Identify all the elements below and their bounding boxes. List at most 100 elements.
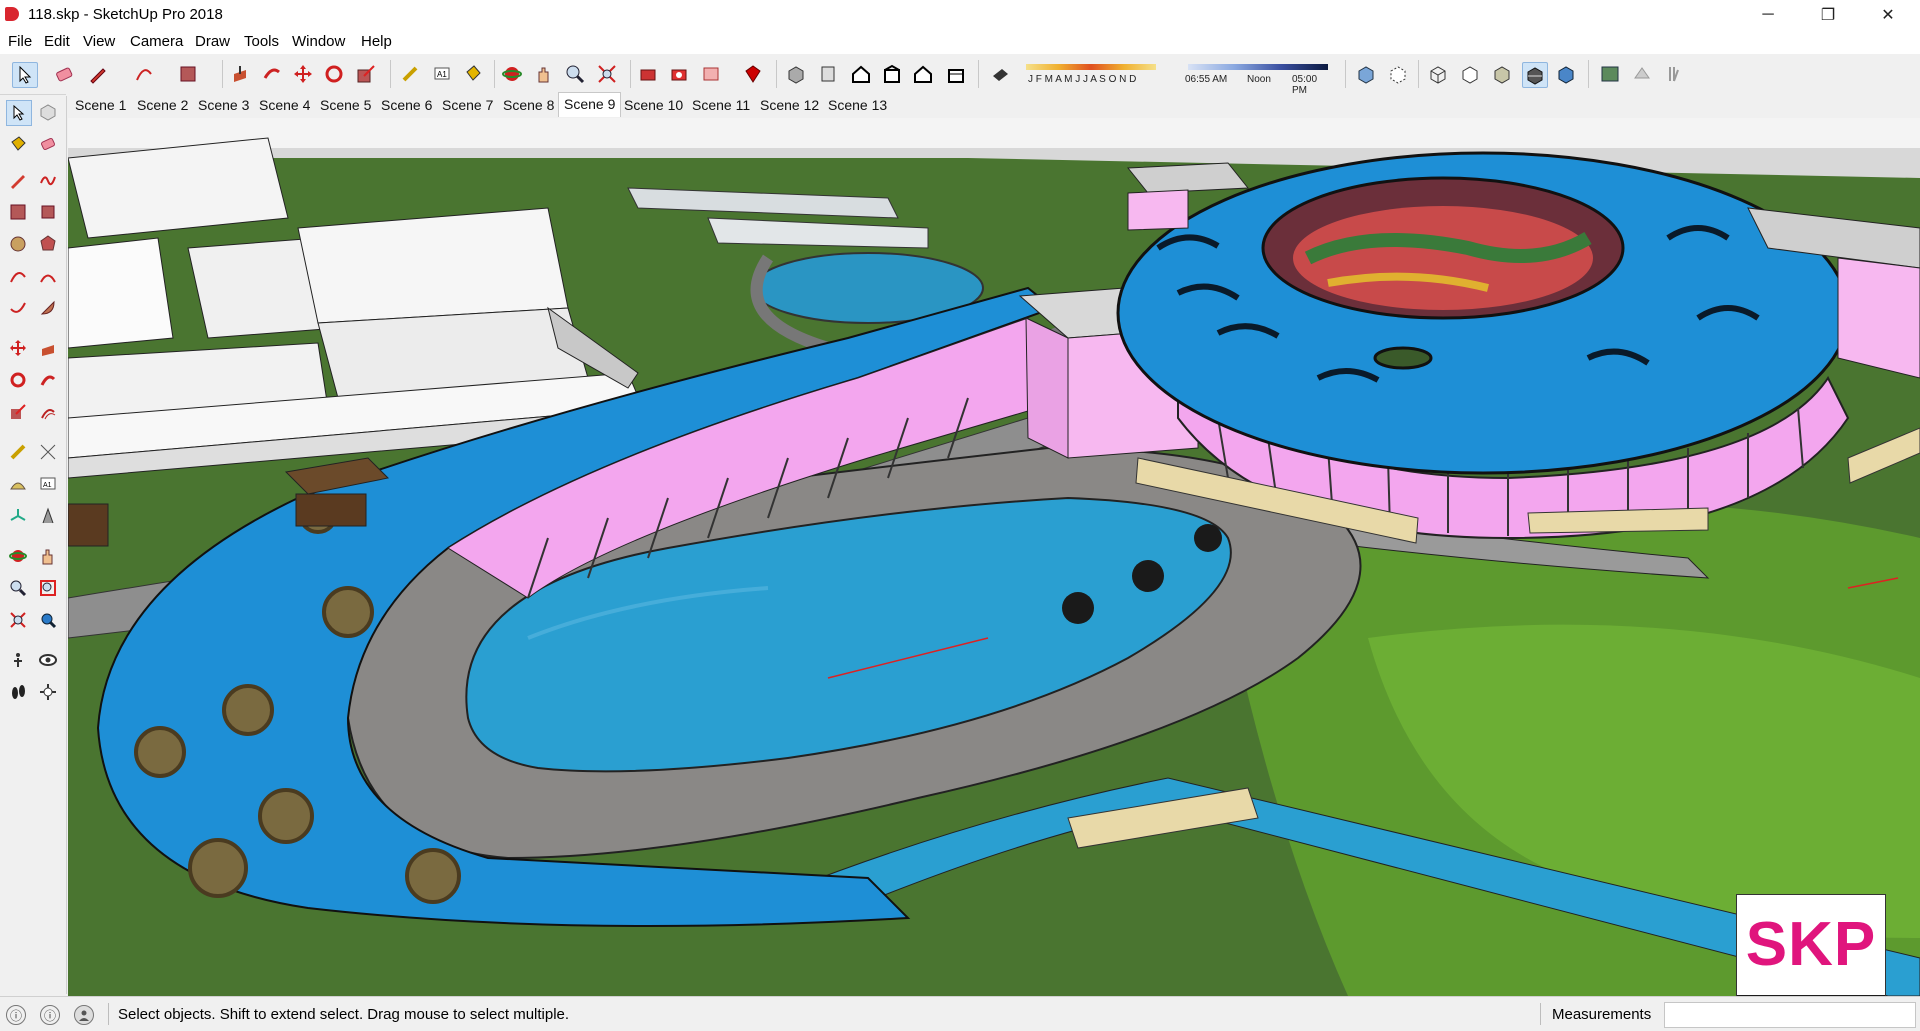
tab-scene-8[interactable]: Scene 8 xyxy=(498,94,559,117)
freehand-icon[interactable] xyxy=(36,168,60,192)
model-viewport[interactable] xyxy=(68,118,1920,996)
circle-icon[interactable] xyxy=(6,232,30,256)
front-view-icon[interactable] xyxy=(849,62,873,86)
section-plane-icon[interactable] xyxy=(1630,62,1654,86)
pan-icon[interactable] xyxy=(532,62,556,86)
rotated-rectangle-icon[interactable] xyxy=(36,200,60,224)
shaded-textures-icon[interactable] xyxy=(1522,62,1548,88)
select-icon[interactable] xyxy=(12,62,38,88)
shaded-icon[interactable] xyxy=(1490,62,1514,86)
menu-draw[interactable]: Draw xyxy=(195,33,230,50)
top-view-icon[interactable] xyxy=(816,62,840,86)
look-around-icon[interactable] xyxy=(36,648,60,672)
back-edges-icon[interactable] xyxy=(1386,62,1410,86)
menu-camera[interactable]: Camera xyxy=(130,33,183,50)
geolocation-icon[interactable]: ⓘ xyxy=(6,1005,26,1025)
tab-scene-3[interactable]: Scene 3 xyxy=(193,94,254,117)
select-icon[interactable] xyxy=(6,100,32,126)
move-icon[interactable] xyxy=(6,336,30,360)
shadow-time-slider[interactable]: 06:55 AM Noon 05:00 PM xyxy=(1180,62,1330,96)
tab-scene-6[interactable]: Scene 6 xyxy=(376,94,437,117)
zoom-window-icon[interactable] xyxy=(36,576,60,600)
follow-me-icon[interactable] xyxy=(260,62,284,86)
maximize-button[interactable]: ❐ xyxy=(1800,0,1856,30)
menu-edit[interactable]: Edit xyxy=(44,33,70,50)
rotate-icon[interactable] xyxy=(322,62,346,86)
offset-icon[interactable] xyxy=(36,400,60,424)
back-view-icon[interactable] xyxy=(911,62,935,86)
eraser-icon[interactable] xyxy=(52,62,76,86)
eraser-icon[interactable] xyxy=(36,132,60,156)
tab-scene-9[interactable]: Scene 9 xyxy=(558,92,622,117)
pencil-icon[interactable] xyxy=(86,62,110,86)
section-plane-icon[interactable] xyxy=(36,680,60,704)
two-point-arc-icon[interactable] xyxy=(36,264,60,288)
polygon-icon[interactable] xyxy=(36,232,60,256)
tape-measure-icon[interactable] xyxy=(6,440,30,464)
menu-tools[interactable]: Tools xyxy=(244,33,279,50)
rectangle-icon[interactable] xyxy=(176,62,200,86)
wireframe-icon[interactable] xyxy=(1426,62,1450,86)
pencil-icon[interactable] xyxy=(6,168,30,192)
menu-help[interactable]: Help xyxy=(361,33,392,50)
paint-bucket-icon[interactable] xyxy=(6,132,30,156)
paint-bucket-icon[interactable] xyxy=(461,62,485,86)
measurements-input[interactable] xyxy=(1664,1002,1916,1028)
dimension-icon[interactable] xyxy=(36,440,60,464)
orbit-icon[interactable] xyxy=(500,62,524,86)
push-pull-icon[interactable] xyxy=(228,62,252,86)
scale-icon[interactable] xyxy=(6,400,30,424)
axes-icon[interactable] xyxy=(6,504,30,528)
styles-icon[interactable] xyxy=(1598,62,1622,86)
tab-scene-11[interactable]: Scene 11 xyxy=(687,94,755,117)
arc-icon[interactable] xyxy=(132,62,156,86)
rotate-icon[interactable] xyxy=(6,368,30,392)
tape-measure-icon[interactable] xyxy=(398,62,422,86)
pan-icon[interactable] xyxy=(36,544,60,568)
component-icon[interactable] xyxy=(36,100,60,124)
shadow-month-slider[interactable]: J F M A M J J A S O N D xyxy=(1022,62,1162,88)
minimize-button[interactable]: ─ xyxy=(1740,0,1796,30)
shadow-toggle-icon[interactable] xyxy=(988,62,1012,86)
right-view-icon[interactable] xyxy=(880,62,904,86)
left-view-icon[interactable] xyxy=(944,62,968,86)
xray-icon[interactable] xyxy=(1354,62,1378,86)
pie-icon[interactable] xyxy=(36,296,60,320)
arc-icon[interactable] xyxy=(6,264,30,288)
section-fill-icon[interactable] xyxy=(1662,62,1686,86)
close-button[interactable]: ✕ xyxy=(1860,0,1916,30)
menu-window[interactable]: Window xyxy=(292,33,345,50)
position-camera-icon[interactable] xyxy=(6,648,30,672)
ruby-icon[interactable] xyxy=(741,62,765,86)
three-point-arc-icon[interactable] xyxy=(6,296,30,320)
user-account-icon[interactable] xyxy=(74,1005,94,1025)
hidden-line-icon[interactable] xyxy=(1458,62,1482,86)
previous-view-icon[interactable] xyxy=(36,608,60,632)
tab-scene-1[interactable]: Scene 1 xyxy=(70,94,131,117)
tab-scene-4[interactable]: Scene 4 xyxy=(254,94,315,117)
credits-icon[interactable]: ⓘ xyxy=(40,1005,60,1025)
tab-scene-2[interactable]: Scene 2 xyxy=(132,94,193,117)
menu-file[interactable]: File xyxy=(8,33,32,50)
zoom-icon[interactable] xyxy=(6,576,30,600)
walk-icon[interactable] xyxy=(6,680,30,704)
3d-text-icon[interactable] xyxy=(36,504,60,528)
protractor-icon[interactable] xyxy=(6,472,30,496)
tab-scene-10[interactable]: Scene 10 xyxy=(619,94,688,117)
zoom-icon[interactable] xyxy=(563,62,587,86)
tab-scene-7[interactable]: Scene 7 xyxy=(437,94,498,117)
follow-me-icon[interactable] xyxy=(36,368,60,392)
orbit-icon[interactable] xyxy=(6,544,30,568)
monochrome-icon[interactable] xyxy=(1554,62,1578,86)
tab-scene-5[interactable]: Scene 5 xyxy=(315,94,376,117)
iso-view-icon[interactable] xyxy=(784,62,808,86)
send-to-layout-icon[interactable] xyxy=(699,62,723,86)
zoom-extents-icon[interactable] xyxy=(6,608,30,632)
zoom-extents-icon[interactable] xyxy=(595,62,619,86)
text-icon[interactable]: A1 xyxy=(36,472,60,496)
scale-icon[interactable] xyxy=(354,62,378,86)
tab-scene-12[interactable]: Scene 12 xyxy=(755,94,824,117)
push-pull-icon[interactable] xyxy=(36,336,60,360)
rectangle-icon[interactable] xyxy=(6,200,30,224)
tab-scene-13[interactable]: Scene 13 xyxy=(823,94,892,117)
